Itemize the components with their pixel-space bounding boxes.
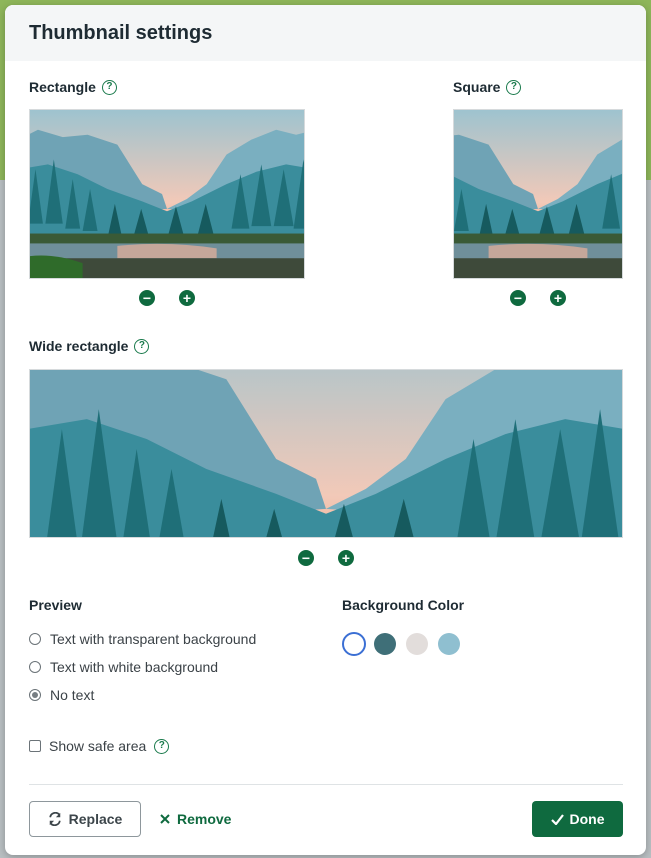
dialog-title: Thumbnail settings: [29, 21, 213, 44]
square-zoom-in-button[interactable]: +: [550, 290, 566, 306]
wide-rectangle-thumbnail[interactable]: [29, 369, 623, 538]
square-thumbnail[interactable]: [453, 109, 623, 279]
remove-label: Remove: [177, 811, 232, 827]
show-safe-area-checkbox[interactable]: [29, 740, 41, 752]
remove-button[interactable]: Remove: [160, 801, 231, 837]
radio-button[interactable]: [29, 661, 41, 673]
show-safe-area-row[interactable]: Show safe area ?: [29, 738, 170, 754]
preview-option-label: No text: [50, 687, 95, 703]
wide-rectangle-label: Wide rectangle: [29, 338, 129, 354]
wide-rectangle-zoom-in-button[interactable]: +: [338, 550, 354, 566]
preview-label: Preview: [29, 597, 82, 613]
help-circle-icon[interactable]: ?: [506, 79, 522, 95]
rectangle-section-label: Rectangle ?: [29, 79, 117, 95]
background-color-label: Background Color: [342, 597, 465, 613]
help-circle-icon[interactable]: ?: [101, 79, 117, 95]
help-circle-icon[interactable]: ?: [134, 338, 150, 354]
close-icon: [160, 814, 170, 824]
refresh-icon: [48, 812, 61, 826]
rectangle-thumbnail[interactable]: [29, 109, 305, 279]
swatch-white[interactable]: [342, 632, 366, 656]
rectangle-zoom-in-button[interactable]: +: [179, 290, 195, 306]
replace-button[interactable]: Replace: [29, 801, 141, 837]
square-label: Square: [453, 79, 501, 95]
square-zoom-out-button[interactable]: −: [510, 290, 526, 306]
footer-divider: [29, 784, 623, 785]
radio-button-checked[interactable]: [29, 689, 41, 701]
show-safe-area-label: Show safe area: [49, 738, 147, 754]
swatch-light-blue[interactable]: [438, 633, 460, 655]
check-icon: [550, 813, 564, 825]
preview-option-white[interactable]: Text with white background: [29, 659, 218, 675]
replace-label: Replace: [68, 811, 123, 827]
preview-option-transparent[interactable]: Text with transparent background: [29, 631, 256, 647]
rectangle-label: Rectangle: [29, 79, 96, 95]
swatch-dark-teal[interactable]: [374, 633, 396, 655]
thumbnail-settings-dialog: Thumbnail settings Rectangle ? − + Squar…: [5, 5, 646, 855]
help-circle-icon[interactable]: ?: [154, 738, 170, 754]
wide-rectangle-section-label: Wide rectangle ?: [29, 338, 150, 354]
done-button[interactable]: Done: [532, 801, 623, 837]
preview-option-label: Text with transparent background: [50, 631, 257, 647]
dialog-header: Thumbnail settings: [5, 5, 646, 61]
wide-rectangle-zoom-out-button[interactable]: −: [298, 550, 314, 566]
preview-option-label: Text with white background: [50, 659, 219, 675]
preview-option-no-text[interactable]: No text: [29, 687, 94, 703]
square-section-label: Square ?: [453, 79, 522, 95]
done-label: Done: [569, 811, 605, 827]
radio-button[interactable]: [29, 633, 41, 645]
swatch-light-gray[interactable]: [406, 633, 428, 655]
rectangle-zoom-out-button[interactable]: −: [139, 290, 155, 306]
